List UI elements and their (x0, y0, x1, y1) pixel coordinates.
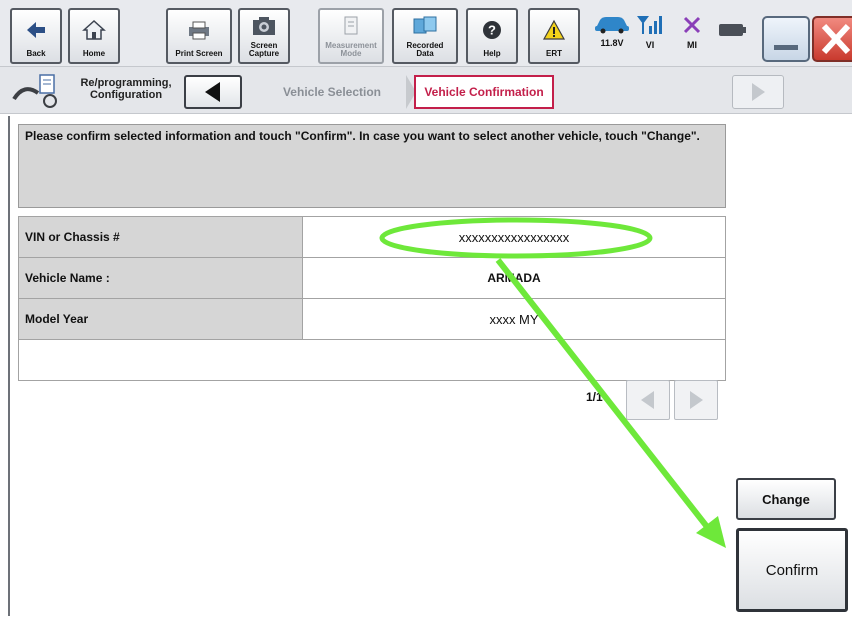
change-button[interactable]: Change (736, 478, 836, 520)
step-back-button[interactable] (184, 75, 242, 109)
vi-label: VI (645, 40, 655, 50)
ert-button[interactable]: ERT (528, 8, 580, 64)
step-vehicle-selection[interactable]: Vehicle Selection (252, 75, 412, 109)
back-arrow-icon (25, 10, 47, 50)
table-row (18, 339, 726, 381)
top-toolbar: Back Home Print Screen Screen Capture Me… (0, 0, 852, 66)
model-year-cell: xxxx MY (302, 298, 726, 340)
table-row: VIN or Chassis # xxxxxxxxxxxxxxxxx (18, 216, 726, 258)
empty-row-cell (18, 339, 726, 381)
close-icon (821, 23, 851, 55)
print-screen-label: Print Screen (175, 49, 223, 58)
reprogramming-icon (10, 73, 64, 114)
measurement-icon (341, 10, 361, 42)
home-icon (82, 10, 106, 50)
vehicle-name-key: Vehicle Name : (18, 257, 303, 299)
triangle-left-icon (641, 391, 654, 409)
measurement-mode-label: Measurement Mode (325, 41, 377, 58)
home-label: Home (82, 49, 106, 58)
step-vehicle-confirmation[interactable]: Vehicle Confirmation (414, 75, 554, 109)
warning-icon (542, 10, 566, 50)
recorded-data-button[interactable]: Recorded Data (392, 8, 458, 64)
screen-capture-button[interactable]: Screen Capture (238, 8, 290, 64)
close-button[interactable] (812, 16, 852, 62)
table-row: Model Year xxxx MY (18, 298, 726, 340)
triangle-right-icon (752, 83, 765, 101)
svg-text:?: ? (488, 23, 496, 38)
help-icon: ? (481, 10, 503, 50)
table-row: Vehicle Name : ARMADA (18, 257, 726, 299)
disconnected-icon (683, 16, 701, 34)
back-label: Back (26, 49, 46, 58)
vin-key: VIN or Chassis # (18, 216, 303, 258)
triangle-left-icon (205, 82, 220, 102)
print-screen-button[interactable]: Print Screen (166, 8, 232, 64)
mi-status: MI (670, 14, 714, 60)
help-label: Help (483, 49, 501, 58)
ert-label: ERT (546, 49, 562, 58)
printer-icon (185, 10, 213, 50)
page-next-button[interactable] (674, 380, 718, 420)
mi-label: MI (687, 40, 697, 50)
instruction-message: Please confirm selected information and … (18, 124, 726, 208)
help-button[interactable]: ? Help (466, 8, 518, 64)
vin-value: xxxxxxxxxxxxxxxxx (302, 216, 726, 258)
model-year-value: xxxx MY (479, 309, 549, 329)
triangle-right-icon (690, 391, 703, 409)
minimize-button[interactable] (762, 16, 810, 62)
section-label: Re/programming, Configuration (80, 77, 172, 101)
camera-icon (251, 10, 277, 42)
home-button[interactable]: Home (68, 8, 120, 64)
recorded-data-label: Recorded Data (406, 41, 444, 58)
car-icon (595, 17, 629, 34)
confirm-button[interactable]: Confirm (736, 528, 848, 612)
signal-icon (637, 16, 662, 34)
measurement-mode-button[interactable]: Measurement Mode (318, 8, 384, 64)
model-year-key: Model Year (18, 298, 303, 340)
step-forward-button[interactable] (732, 75, 784, 109)
page-prev-button[interactable] (626, 380, 670, 420)
screen-capture-label: Screen Capture (248, 41, 280, 58)
page-indicator: 1/1 (586, 390, 603, 404)
vehicle-name-value: ARMADA (302, 257, 726, 299)
workflow-bar: Re/programming, Configuration Vehicle Se… (0, 66, 852, 114)
recorded-data-icon (411, 10, 439, 42)
back-button[interactable]: Back (10, 8, 62, 64)
vi-status: VI (628, 14, 672, 60)
battery-voltage: 11.8V (600, 38, 624, 48)
vehicle-info-table: VIN or Chassis # xxxxxxxxxxxxxxxxx Vehic… (18, 216, 726, 381)
battery-icon (718, 22, 748, 43)
